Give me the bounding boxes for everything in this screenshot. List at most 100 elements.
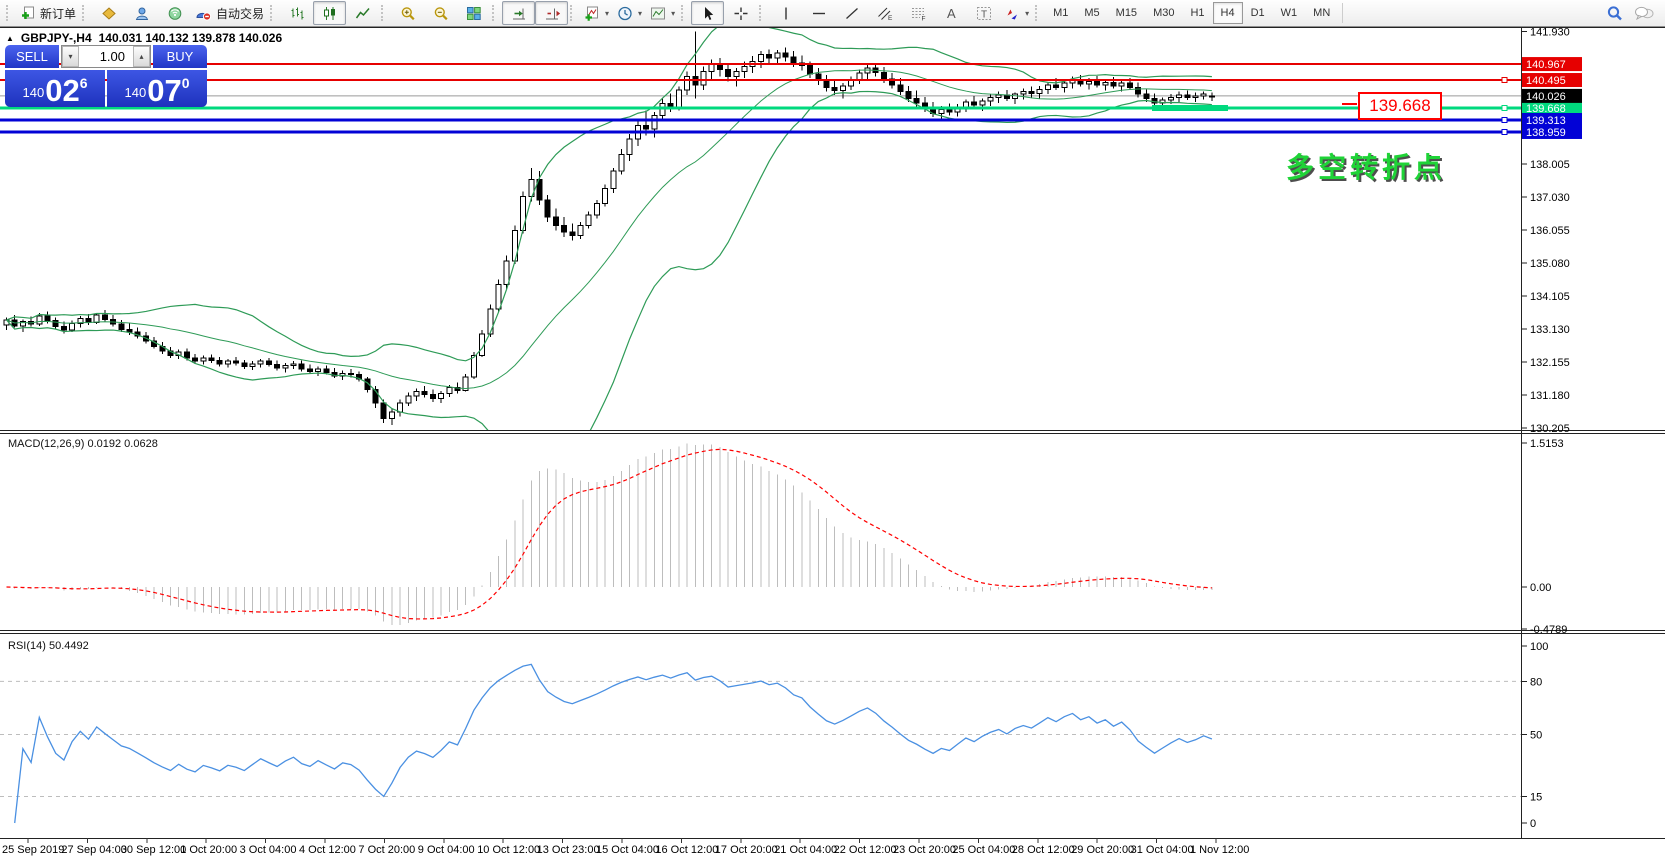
text-button[interactable]: A xyxy=(934,1,967,25)
autotrading-button[interactable]: 自动交易 xyxy=(191,1,268,25)
indicators-icon xyxy=(584,6,600,21)
rsi-tick-label: 80 xyxy=(1530,676,1542,688)
terminal-button[interactable] xyxy=(92,1,125,25)
toolbar-grip xyxy=(270,5,276,21)
trendline-button[interactable] xyxy=(835,1,868,25)
toolbar-divider xyxy=(1342,3,1343,23)
toolbar-grip xyxy=(681,5,687,21)
symbol-period-label: GBPJPY-,H4 xyxy=(21,31,92,45)
timeframe-m30-button[interactable]: M30 xyxy=(1145,2,1182,24)
zoom-out-button[interactable] xyxy=(424,1,457,25)
macd-pane[interactable] xyxy=(7,444,1212,625)
price-tick-label: 130.205 xyxy=(1530,423,1570,435)
community-button[interactable] xyxy=(125,1,158,25)
buy-price-big: 07 xyxy=(147,77,181,104)
trendline-icon xyxy=(844,6,860,21)
horizontal-line-button[interactable] xyxy=(802,1,835,25)
templates-button[interactable]: ▾ xyxy=(646,1,679,25)
horizontal-level-lines[interactable] xyxy=(0,64,1521,134)
sell-button[interactable]: SELL xyxy=(5,45,59,68)
time-axis[interactable]: 25 Sep 201927 Sep 04:0030 Sep 12:001 Oct… xyxy=(0,842,1521,859)
chart-note-text[interactable]: 多空转折点 xyxy=(1286,146,1446,186)
text-icon: A xyxy=(943,6,959,21)
bar-chart-icon xyxy=(289,6,305,21)
time-axis-label: 31 Oct 04:00 xyxy=(1131,844,1194,856)
rsi-pane[interactable] xyxy=(0,664,1521,823)
line-handle[interactable] xyxy=(1502,117,1507,122)
toolbar: 新订单 自动交易 ▾ ▾ ▾ EF A T ▾ M1M5M15M30H1H4D1W1MN xyxy=(0,0,1665,27)
volume-decrease-button[interactable]: ▾ xyxy=(62,46,79,67)
svg-text:T: T xyxy=(981,9,987,20)
signals-button[interactable] xyxy=(158,1,191,25)
arrows-button[interactable]: ▾ xyxy=(1000,1,1033,25)
text-label-button[interactable]: T xyxy=(967,1,1000,25)
volume-stepper: ▾ 1.00 ▴ xyxy=(61,45,151,68)
price-axis[interactable]: 141.930138.005137.030136.055135.080134.1… xyxy=(1521,27,1582,831)
timeframe-m15-button[interactable]: M15 xyxy=(1108,2,1145,24)
candlestick-chart-button[interactable] xyxy=(313,1,346,25)
vertical-line-icon xyxy=(778,6,794,21)
timeframe-h4-button[interactable]: H4 xyxy=(1213,2,1243,24)
indicators-button[interactable]: ▾ xyxy=(580,1,613,25)
line-chart-button[interactable] xyxy=(346,1,379,25)
chevron-down-icon[interactable]: ▾ xyxy=(1025,9,1029,18)
volume-increase-button[interactable]: ▴ xyxy=(133,46,150,67)
bar-chart-button[interactable] xyxy=(280,1,313,25)
line-handle[interactable] xyxy=(1502,129,1507,134)
chevron-down-icon[interactable]: ▾ xyxy=(638,9,642,18)
timeframe-m5-button[interactable]: M5 xyxy=(1076,2,1107,24)
price-callout[interactable]: 139.668 xyxy=(1358,92,1442,120)
fibonacci-button[interactable]: F xyxy=(901,1,934,25)
chart-shift-button[interactable] xyxy=(535,1,568,25)
sell-price-tile[interactable]: 140 02 6 xyxy=(5,70,105,107)
time-axis-label: 16 Oct 12:00 xyxy=(655,844,718,856)
chart-canvas[interactable]: 141.930138.005137.030136.055135.080134.1… xyxy=(0,0,1665,859)
buy-price-tile[interactable]: 140 07 0 xyxy=(107,70,207,107)
buy-price-pip: 0 xyxy=(182,75,190,91)
macd-tick-label: 1.5153 xyxy=(1530,438,1564,450)
volume-input[interactable]: 1.00 xyxy=(79,46,133,67)
rsi-tick-label: 0 xyxy=(1530,818,1536,830)
ohlc-values-label: 140.031 140.132 139.878 140.026 xyxy=(99,31,283,45)
timeframe-h1-button[interactable]: H1 xyxy=(1182,2,1212,24)
collapse-panel-icon[interactable]: ▲ xyxy=(6,34,14,43)
time-axis-label: 13 Oct 23:00 xyxy=(537,844,600,856)
time-axis-label: 17 Oct 20:00 xyxy=(715,844,778,856)
fibonacci-icon: F xyxy=(910,6,926,21)
auto-scroll-button[interactable] xyxy=(502,1,535,25)
price-badge-label: 140.026 xyxy=(1526,91,1566,103)
periods-button[interactable]: ▾ xyxy=(613,1,646,25)
horizontal-line-icon xyxy=(811,6,827,21)
chevron-down-icon[interactable]: ▾ xyxy=(605,9,609,18)
price-tick-label: 141.930 xyxy=(1530,27,1570,39)
price-pane[interactable] xyxy=(0,22,1521,494)
line-handle[interactable] xyxy=(1502,78,1507,83)
rsi-tick-label: 100 xyxy=(1530,641,1548,653)
zoom-in-button[interactable] xyxy=(391,1,424,25)
toolbar-grip xyxy=(759,5,765,21)
vertical-line-button[interactable] xyxy=(769,1,802,25)
time-axis-label: 3 Oct 04:00 xyxy=(240,844,297,856)
timeframe-mn-button[interactable]: MN xyxy=(1305,2,1338,24)
tile-windows-button[interactable] xyxy=(457,1,490,25)
crosshair-button[interactable] xyxy=(724,1,757,25)
sell-price-prefix: 140 xyxy=(23,85,45,100)
search-button[interactable] xyxy=(1606,5,1624,22)
timeframe-m1-button[interactable]: M1 xyxy=(1045,2,1076,24)
line-handle[interactable] xyxy=(1502,105,1507,110)
timeframe-w1-button[interactable]: W1 xyxy=(1273,2,1306,24)
toolbar-grip xyxy=(82,5,88,21)
text-label-icon: T xyxy=(976,6,992,21)
timeframe-d1-button[interactable]: D1 xyxy=(1243,2,1273,24)
toolbar-grip xyxy=(570,5,576,21)
candlestick-chart-icon xyxy=(322,6,338,21)
buy-button[interactable]: BUY xyxy=(153,45,207,68)
chat-button[interactable] xyxy=(1634,5,1656,22)
price-tick-label: 136.055 xyxy=(1530,225,1570,237)
equidistant-channel-button[interactable]: E xyxy=(868,1,901,25)
new-order-button[interactable]: 新订单 xyxy=(16,1,80,25)
tile-windows-icon xyxy=(466,6,482,21)
cursor-button[interactable] xyxy=(691,1,724,25)
rsi-tick-label: 15 xyxy=(1530,791,1542,803)
chevron-down-icon[interactable]: ▾ xyxy=(671,9,675,18)
